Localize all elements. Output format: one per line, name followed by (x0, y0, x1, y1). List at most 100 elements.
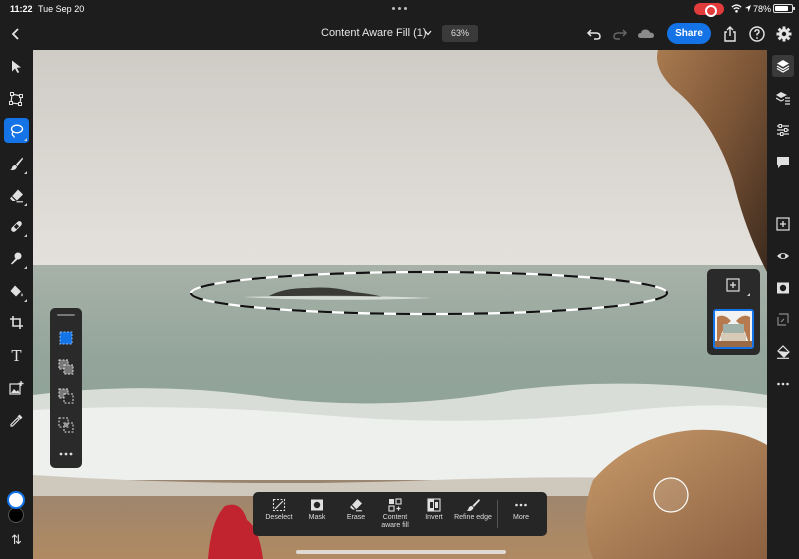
selection-more-button[interactable] (56, 444, 76, 464)
contextual-task-bar: Deselect Mask Erase Content aware fill I… (253, 492, 547, 536)
select-arrow-icon (12, 60, 21, 73)
crop-icon (10, 316, 23, 329)
task-bar-divider (497, 500, 498, 528)
submenu-indicator (24, 266, 27, 269)
fill-icon (777, 345, 790, 359)
add-selection-icon (58, 359, 74, 375)
paint-bucket-tool[interactable] (4, 279, 29, 304)
back-button[interactable] (6, 24, 26, 44)
eraser-icon (10, 189, 23, 203)
more-icon (777, 382, 789, 386)
crop-tool[interactable] (4, 310, 29, 335)
healing-tool[interactable] (4, 214, 29, 239)
layer-mask-button[interactable] (772, 277, 794, 299)
select-tool[interactable] (4, 54, 29, 79)
background-color-swatch[interactable] (8, 507, 24, 523)
content-aware-fill-button[interactable]: Content aware fill (377, 492, 413, 536)
erase-label: Erase (346, 514, 366, 521)
adjustments-button[interactable] (772, 119, 794, 141)
transform-tool[interactable] (4, 87, 29, 112)
fill-button[interactable] (772, 341, 794, 363)
help-icon[interactable] (748, 25, 766, 43)
status-time: 11:22 (10, 4, 33, 14)
home-indicator[interactable] (296, 550, 506, 554)
right-more-button[interactable] (772, 373, 794, 395)
swap-colors-button[interactable]: ⇅ (4, 529, 29, 554)
chevron-down-icon[interactable] (424, 30, 432, 36)
layer-mask-icon (777, 282, 789, 294)
invert-button[interactable]: Invert (419, 492, 449, 536)
canvas-image (33, 50, 767, 559)
deselect-label: Deselect (265, 514, 293, 521)
battery-percent: 78% (753, 4, 772, 14)
chevron-left-icon (11, 28, 19, 40)
submenu-indicator (24, 234, 27, 237)
type-tool[interactable]: T (4, 343, 29, 368)
layer-properties-button[interactable] (772, 87, 794, 109)
screen-recording-icon (694, 3, 724, 17)
new-selection-button[interactable] (56, 328, 76, 348)
deselect-button[interactable]: Deselect (261, 492, 297, 536)
intersect-selection-icon (58, 417, 74, 433)
mask-label: Mask (308, 514, 326, 521)
paint-bucket-icon (10, 285, 23, 297)
cloud-icon[interactable] (637, 25, 655, 43)
layers-panel (707, 269, 760, 355)
location-icon (745, 5, 751, 12)
adjustments-icon (777, 124, 789, 136)
erase-button[interactable]: Erase (341, 492, 371, 536)
content-aware-fill-icon (388, 498, 402, 512)
zoom-level[interactable]: 63% (442, 25, 478, 42)
submenu-indicator (24, 203, 27, 206)
clip-button[interactable] (772, 309, 794, 331)
visibility-icon (777, 253, 789, 259)
clone-stamp-icon (11, 252, 22, 265)
swap-colors-icon: ⇅ (11, 532, 22, 547)
document-title[interactable]: Content Aware Fill (1) (321, 27, 427, 39)
multitasking-dots-icon[interactable] (392, 2, 408, 12)
subtract-selection-icon (58, 388, 74, 404)
layer-properties-icon (776, 92, 790, 105)
comments-button[interactable] (772, 151, 794, 173)
share-button[interactable]: Share (667, 23, 711, 44)
type-tool-glyph: T (11, 347, 22, 365)
refine-edge-label: Refine edge (454, 514, 492, 521)
add-selection-button[interactable] (56, 357, 76, 377)
mask-icon (311, 499, 323, 511)
undo-icon[interactable] (585, 25, 603, 43)
settings-gear-icon[interactable] (775, 25, 793, 43)
subtract-selection-button[interactable] (56, 386, 76, 406)
add-layer-icon[interactable] (726, 278, 740, 292)
submenu-indicator (24, 138, 27, 141)
redo-icon[interactable] (611, 25, 629, 43)
eyedropper-tool[interactable] (4, 408, 29, 433)
brush-tool[interactable] (4, 151, 29, 176)
document-canvas[interactable] (33, 50, 767, 559)
deselect-icon (272, 498, 286, 512)
more-icon (515, 503, 527, 507)
brush-cursor (653, 477, 689, 513)
erase-icon (350, 499, 362, 512)
export-icon[interactable] (721, 25, 739, 43)
clip-icon (777, 313, 789, 326)
layers-panel-button[interactable] (772, 55, 794, 77)
task-more-button[interactable]: More (506, 492, 536, 536)
add-layer-button[interactable] (772, 213, 794, 235)
panel-grip-handle[interactable] (57, 314, 75, 316)
mask-button[interactable]: Mask (302, 492, 332, 536)
invert-label: Invert (425, 514, 443, 521)
clone-stamp-tool[interactable] (4, 246, 29, 271)
transform-icon (9, 92, 23, 106)
visibility-button[interactable] (772, 245, 794, 267)
lasso-tool[interactable] (4, 118, 29, 143)
place-image-tool[interactable] (4, 375, 29, 400)
submenu-indicator (747, 293, 750, 296)
layer-thumbnail[interactable] (713, 309, 754, 349)
layers-icon (776, 60, 790, 73)
refine-edge-button[interactable]: Refine edge (453, 492, 493, 536)
brush-icon (10, 157, 23, 170)
eraser-tool[interactable] (4, 183, 29, 208)
intersect-selection-button[interactable] (56, 415, 76, 435)
left-toolbar: T ⇅ (0, 50, 33, 559)
foreground-color-swatch[interactable] (7, 491, 25, 509)
